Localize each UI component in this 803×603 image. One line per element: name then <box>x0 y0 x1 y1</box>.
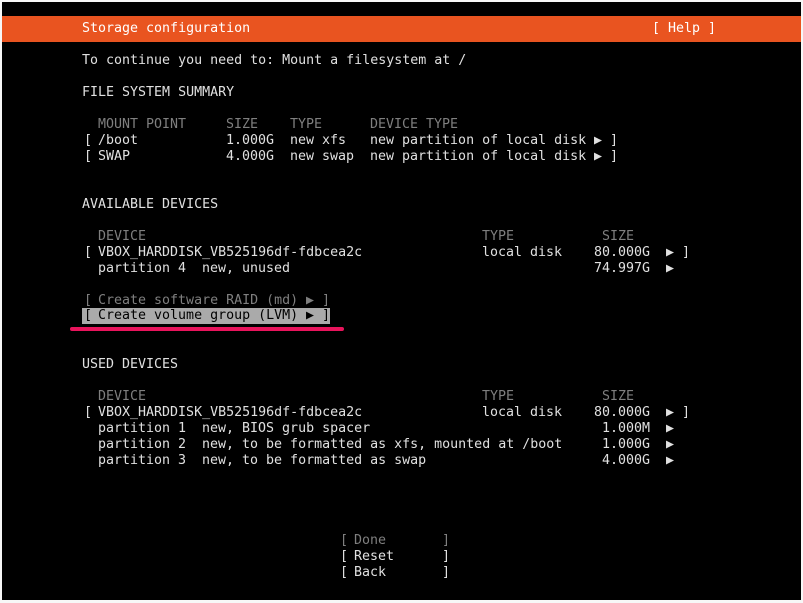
partition-size: 1.000G <box>602 437 651 452</box>
fs-summary-heading: FILE SYSTEM SUMMARY <box>82 85 235 100</box>
arrow-right-icon: ▶ <box>666 245 675 260</box>
bracket-close: ] <box>682 405 691 420</box>
help-button[interactable]: [ Help ] <box>652 16 716 42</box>
bracket-close: ] <box>442 565 451 580</box>
arrow-right-icon: ▶ <box>306 308 315 323</box>
annotation-underline <box>70 327 344 331</box>
reset-label: Reset <box>354 549 395 564</box>
col-type: TYPE <box>482 229 515 244</box>
col-size: SIZE <box>602 389 635 404</box>
mount-point: SWAP <box>98 149 131 164</box>
bracket-open: [ <box>84 405 93 420</box>
create-lvm-button[interactable]: [ Create volume group (LVM) ▶ ] <box>82 308 330 324</box>
mount-point: /boot <box>98 133 139 148</box>
arrow-right-icon: ▶ <box>666 421 675 436</box>
partition-size: 1.000M <box>602 421 651 436</box>
partition-desc: new, BIOS grub spacer <box>202 421 371 436</box>
bracket-close: ] <box>322 293 331 308</box>
col-device: DEVICE <box>98 389 147 404</box>
bracket-open: [ <box>84 308 93 323</box>
partition-desc: new, unused <box>202 261 291 276</box>
page-title: Storage configuration <box>82 21 251 36</box>
create-raid-label: Create software RAID (md) <box>98 293 299 308</box>
col-device: DEVICE <box>98 229 147 244</box>
bracket-open: [ <box>84 149 93 164</box>
installer-screen: Storage configuration [ Help ] To contin… <box>2 2 801 600</box>
disk-name: VBOX_HARDDISK_VB525196df-fdbcea2c <box>98 405 363 420</box>
partition-label: partition 1 <box>98 421 187 436</box>
col-mount-point: MOUNT POINT <box>98 117 187 132</box>
done-label: Done <box>354 533 387 548</box>
title-bar: Storage configuration [ Help ] <box>2 16 801 42</box>
partition-size: 74.997G <box>594 261 651 276</box>
bracket-close: ] <box>442 549 451 564</box>
bracket-open: [ <box>340 533 349 548</box>
bracket-open: [ <box>340 549 349 564</box>
col-device-type: DEVICE TYPE <box>370 117 459 132</box>
bracket-open: [ <box>84 133 93 148</box>
bracket-close: ] <box>610 133 619 148</box>
arrow-right-icon: ▶ <box>666 437 675 452</box>
arrow-right-icon: ▶ <box>666 405 675 420</box>
disk-type: local disk <box>482 405 563 420</box>
back-label: Back <box>354 565 387 580</box>
partition-desc: new, to be formatted as swap <box>202 453 427 468</box>
bracket-open: [ <box>340 565 349 580</box>
col-type: TYPE <box>482 389 515 404</box>
partition-size: 4.000G <box>602 453 651 468</box>
arrow-right-icon: ▶ <box>594 133 603 148</box>
disk-name: VBOX_HARDDISK_VB525196df-fdbcea2c <box>98 245 363 260</box>
device-type: new partition of local disk <box>370 149 587 164</box>
disk-size: 80.000G <box>594 405 651 420</box>
bracket-close: ] <box>442 533 451 548</box>
used-devices-heading: USED DEVICES <box>82 357 179 372</box>
bracket-open: [ <box>84 293 93 308</box>
arrow-right-icon: ▶ <box>594 149 603 164</box>
bracket-close: ] <box>610 149 619 164</box>
arrow-right-icon: ▶ <box>666 261 675 276</box>
instruction-text: To continue you need to: Mount a filesys… <box>82 53 467 68</box>
arrow-right-icon: ▶ <box>666 453 675 468</box>
partition-desc: new, to be formatted as xfs, mounted at … <box>202 437 563 452</box>
type: new xfs <box>290 133 347 148</box>
type: new swap <box>290 149 355 164</box>
partition-label: partition 4 <box>98 261 187 276</box>
size: 4.000G <box>226 149 275 164</box>
disk-type: local disk <box>482 245 563 260</box>
partition-label: partition 3 <box>98 453 187 468</box>
create-lvm-label: Create volume group (LVM) <box>98 308 299 323</box>
bracket-open: [ <box>84 245 93 260</box>
bracket-close: ] <box>322 308 331 323</box>
device-type: new partition of local disk <box>370 133 587 148</box>
disk-size: 80.000G <box>594 245 651 260</box>
size: 1.000G <box>226 133 275 148</box>
arrow-right-icon: ▶ <box>306 293 315 308</box>
bracket-close: ] <box>682 245 691 260</box>
col-size: SIZE <box>226 117 259 132</box>
available-devices-heading: AVAILABLE DEVICES <box>82 197 219 212</box>
col-size: SIZE <box>602 229 635 244</box>
partition-label: partition 2 <box>98 437 187 452</box>
col-type: TYPE <box>290 117 323 132</box>
